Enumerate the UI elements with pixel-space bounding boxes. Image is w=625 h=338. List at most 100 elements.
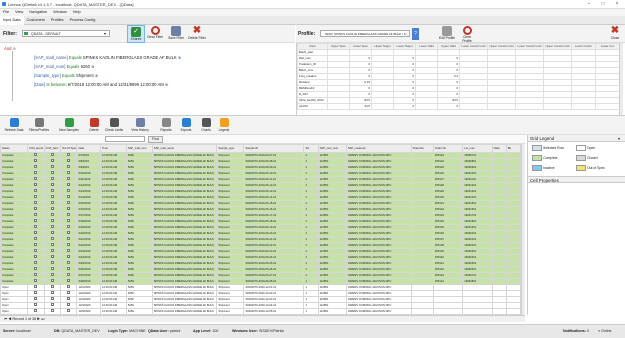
profile-cell[interactable]: [459, 103, 488, 110]
table-row[interactable]: Complete 6/25/2019 12:00:00 AM 5260 SPINKS K…: [0, 260, 522, 267]
tab-process-config[interactable]: Process Config: [67, 16, 99, 25]
menu-file[interactable]: File: [0, 9, 12, 16]
checkbox[interactable]: [50, 213, 54, 216]
table-row[interactable]: Complete 6/24/2019 12:00:00 AM 5260 SPINKS K…: [0, 254, 522, 261]
profile-cell[interactable]: 0: [437, 103, 460, 110]
checkbox[interactable]: [67, 261, 71, 264]
checkbox[interactable]: [67, 171, 71, 174]
checkbox[interactable]: [50, 255, 54, 258]
grid-col-header[interactable]: Sample_type: [216, 144, 245, 153]
close-profile-button[interactable]: ✖ Close: [606, 25, 624, 43]
condition-3[interactable]: [Sample_type] Equals Shipment ⊗: [34, 73, 98, 78]
table-row[interactable]: Complete 6/7/2019 12:00:00 AM 5260 SPINKS KA…: [0, 152, 522, 159]
close-window-icon[interactable]: ×: [610, 1, 624, 8]
checkbox[interactable]: [34, 153, 38, 156]
checkbox[interactable]: [50, 297, 54, 300]
grid-col-header[interactable]: Ticket No: [410, 144, 434, 153]
clear-filter-button[interactable]: Clear Filter: [146, 25, 164, 43]
checkbox[interactable]: [67, 273, 71, 276]
checkbox[interactable]: [50, 249, 54, 252]
table-row[interactable]: Complete 6/20/2019 12:00:00 AM 5260 SPINKS K…: [0, 230, 522, 237]
grid-col-header[interactable]: COA_Sent: [43, 144, 61, 153]
grid-col-header[interactable]: Rails: [491, 144, 507, 153]
search-input[interactable]: [105, 136, 145, 142]
checkbox[interactable]: [34, 291, 38, 294]
delete-filter-button[interactable]: ✖ Delete Filter: [188, 25, 206, 43]
checkbox[interactable]: [50, 177, 54, 180]
table-row[interactable]: Complete 6/28/2019 12:00:00 AM 5260 SPINKS K…: [0, 278, 522, 285]
table-row[interactable]: Complete 6/23/2019 12:00:00 AM 5260 SPINKS K…: [0, 248, 522, 255]
checkbox[interactable]: [34, 231, 38, 234]
checkbox[interactable]: [67, 291, 71, 294]
checkbox[interactable]: [34, 183, 38, 186]
grid-col-header[interactable]: Bk: [505, 144, 522, 153]
grid-col-header[interactable]: Out Of Spec: [59, 144, 78, 153]
checkbox[interactable]: [67, 195, 71, 198]
profile-cell[interactable]: [571, 103, 596, 110]
checkbox[interactable]: [50, 219, 54, 222]
checkbox[interactable]: [34, 249, 38, 252]
shared-button[interactable]: ✓ Shared: [127, 25, 145, 43]
checkbox[interactable]: [50, 153, 54, 156]
profile-cell[interactable]: [327, 103, 350, 110]
checkbox[interactable]: [34, 189, 38, 192]
checkbox[interactable]: [67, 183, 71, 186]
maximize-icon[interactable]: □: [596, 1, 610, 8]
clear-profile-button[interactable]: Clear Profile: [458, 25, 476, 43]
profile-cell[interactable]: [487, 103, 516, 110]
checkbox[interactable]: [67, 207, 71, 210]
refresh-data-button[interactable]: Refresh Data: [2, 117, 26, 135]
checkbox[interactable]: [50, 195, 54, 198]
table-row[interactable]: Complete 6/9/2019 12:00:00 AM 5260 SPINKS KA…: [0, 164, 522, 171]
checkbox[interactable]: [50, 291, 54, 294]
checkbox[interactable]: [67, 285, 71, 288]
table-row[interactable]: Complete 6/18/2019 12:00:00 AM 5260 SPINKS K…: [0, 218, 522, 225]
checkbox[interactable]: [34, 237, 38, 240]
table-row[interactable]: Complete 6/26/2019 12:00:00 AM 5260 SPINKS K…: [0, 266, 522, 273]
profile-scrollbar[interactable]: [619, 43, 623, 115]
checkbox[interactable]: [67, 309, 71, 312]
menu-navigation[interactable]: Navigation: [26, 9, 50, 16]
checkbox[interactable]: [67, 231, 71, 234]
filter-select[interactable]: QDATA - DEFAULT: [22, 30, 110, 37]
checkbox[interactable]: [34, 165, 38, 168]
minimize-icon[interactable]: –: [582, 1, 596, 8]
checkbox[interactable]: [50, 279, 54, 282]
remove-condition-icon[interactable]: ⊗: [165, 82, 169, 87]
checkbox[interactable]: [67, 219, 71, 222]
grid-col-header[interactable]: COA_Excel: [27, 144, 45, 153]
grid-col-header[interactable]: Date: [76, 144, 101, 153]
checkbox[interactable]: [50, 273, 54, 276]
checkbox[interactable]: [50, 243, 54, 246]
table-row[interactable]: Complete 6/8/2019 12:00:00 AM 5260 SPINKS KA…: [0, 158, 522, 165]
profile-col-header[interactable]: Upper Control Limit: [487, 43, 516, 50]
profile-cell[interactable]: [595, 103, 620, 110]
table-row[interactable]: Complete 6/21/2019 12:00:00 AM 5260 SPINKS K…: [0, 236, 522, 243]
checkbox[interactable]: [67, 159, 71, 162]
grid-col-header[interactable]: Sample ID: [243, 144, 305, 153]
checkbox[interactable]: [67, 243, 71, 246]
checkbox[interactable]: [50, 225, 54, 228]
profile-col-header[interactable]: Upper Control Limit: [543, 43, 572, 50]
table-row[interactable]: Complete 6/27/2019 12:00:00 AM 5260 SPINKS K…: [0, 272, 522, 279]
filter-root[interactable]: And ⊕: [4, 46, 16, 51]
profile-cell[interactable]: [371, 103, 394, 110]
checkbox[interactable]: [67, 225, 71, 228]
checkbox[interactable]: [34, 207, 38, 210]
checkbox[interactable]: [34, 195, 38, 198]
checkbox[interactable]: [34, 177, 38, 180]
profile-col-header[interactable]: Upper Target: [371, 43, 394, 50]
checkbox[interactable]: [50, 231, 54, 234]
checkbox[interactable]: [67, 189, 71, 192]
chevron-down-icon[interactable]: ▾: [104, 31, 106, 36]
profile-col-header[interactable]: Lower Target: [393, 43, 416, 50]
checkbox[interactable]: [50, 303, 54, 306]
checkbox[interactable]: [50, 201, 54, 204]
checkbox[interactable]: [67, 267, 71, 270]
profile-col-header[interactable]: Lower Control Limit: [515, 43, 544, 50]
grid-col-header[interactable]: Order No: [432, 144, 464, 153]
nav-last-icon[interactable]: ⏭: [41, 317, 44, 321]
checkbox[interactable]: [50, 267, 54, 270]
checkbox[interactable]: [67, 279, 71, 282]
checkbox[interactable]: [67, 165, 71, 168]
